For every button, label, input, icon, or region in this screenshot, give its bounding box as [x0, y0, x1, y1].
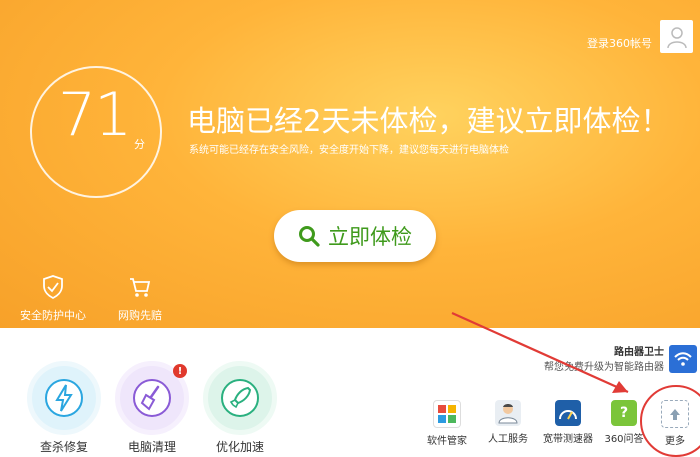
annotation-arrow [451, 311, 629, 394]
